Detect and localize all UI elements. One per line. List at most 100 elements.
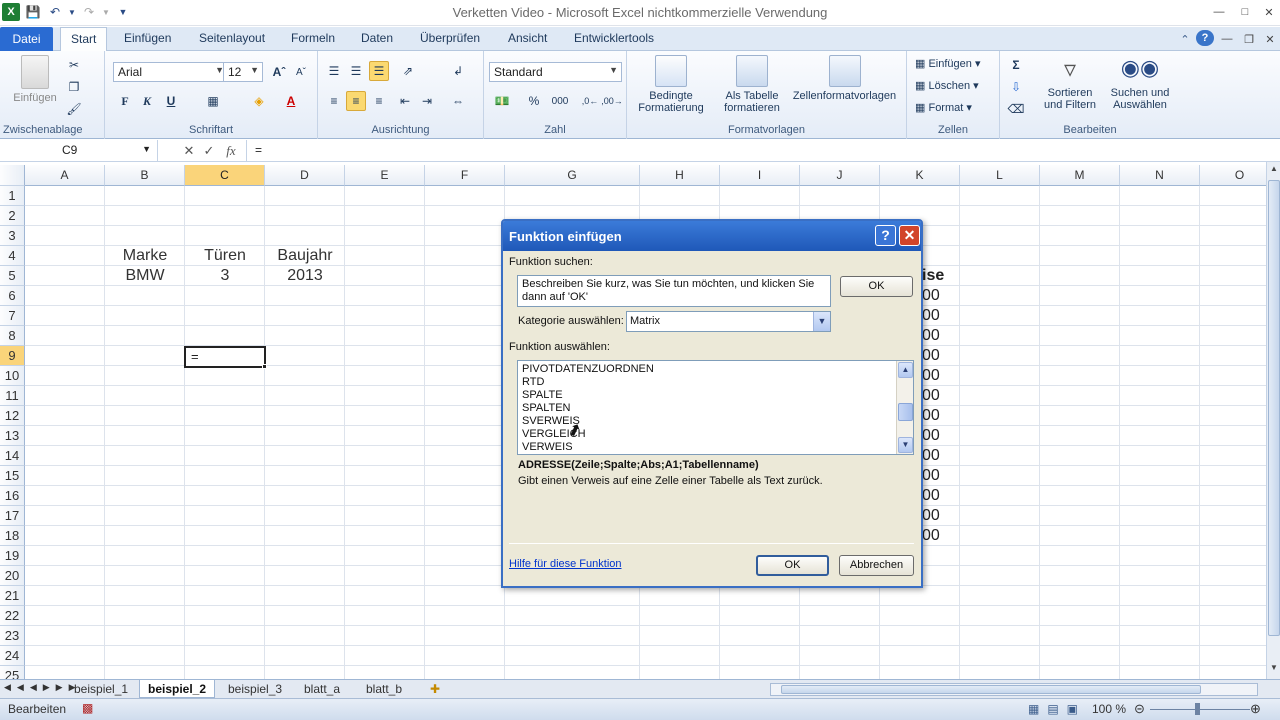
function-list-scrollbar[interactable]: ▲ ▼ — [896, 361, 913, 454]
cell-D4[interactable]: Baujahr — [265, 247, 345, 265]
select-all-corner[interactable] — [0, 165, 25, 186]
cell-B5[interactable]: BMW — [105, 267, 185, 285]
list-scroll-down-icon[interactable]: ▼ — [898, 437, 913, 453]
autosum-icon[interactable]: Σ — [1006, 55, 1026, 75]
column-header-C[interactable]: C — [185, 165, 265, 186]
cell-C5[interactable]: 3 — [185, 267, 265, 285]
sheet-tab-beispiel-1[interactable]: beispiel_1 — [66, 680, 136, 698]
row-header-2[interactable]: 2 — [0, 206, 25, 226]
function-list-item[interactable]: PIVOTDATENZUORDNEN — [522, 363, 654, 375]
cell-K6[interactable]: 00 — [922, 287, 940, 305]
row-header-7[interactable]: 7 — [0, 306, 25, 326]
shrink-font-icon[interactable]: Aˇ — [291, 62, 311, 82]
cell-K12[interactable]: 00 — [922, 407, 940, 425]
scroll-up-icon[interactable]: ▲ — [1268, 164, 1280, 176]
cell-styles-button[interactable]: Zellenformatvorlagen — [787, 55, 902, 102]
scroll-down-icon[interactable]: ▼ — [1268, 663, 1280, 675]
sheet-tab-blatt-a[interactable]: blatt_a — [296, 680, 348, 698]
row-header-4[interactable]: 4 — [0, 246, 25, 266]
cell-K8[interactable]: 00 — [922, 327, 940, 345]
cell-K7[interactable]: 00 — [922, 307, 940, 325]
cell-B4[interactable]: Marke — [105, 247, 185, 265]
cancel-button[interactable]: Abbrechen — [839, 555, 914, 576]
bold-button[interactable]: F — [115, 91, 135, 111]
format-painter-icon[interactable]: 🖌 — [64, 99, 84, 119]
align-top-icon[interactable]: ☰ — [324, 61, 344, 81]
column-header-E[interactable]: E — [345, 165, 425, 186]
row-header-9[interactable]: 9 — [0, 346, 25, 366]
copy-icon[interactable]: ❐ — [64, 77, 84, 97]
row-header-8[interactable]: 8 — [0, 326, 25, 346]
align-right-icon[interactable]: ≡ — [369, 91, 389, 111]
help-icon[interactable]: ? — [1196, 30, 1214, 46]
row-header-1[interactable]: 1 — [0, 186, 25, 206]
align-bottom-icon[interactable]: ☰ — [369, 61, 389, 81]
font-color-icon[interactable]: A — [281, 91, 301, 111]
tab-formeln[interactable]: Formeln — [291, 31, 335, 45]
column-header-F[interactable]: F — [425, 165, 505, 186]
row-header-13[interactable]: 13 — [0, 426, 25, 446]
function-list-item[interactable]: VERWEIS — [522, 441, 573, 453]
function-search-input[interactable]: Beschreiben Sie kurz, was Sie tun möchte… — [517, 275, 831, 307]
font-size-select[interactable]: 12 ▼ — [223, 62, 263, 82]
row-header-25[interactable]: 25 — [0, 666, 25, 679]
horizontal-scroll-thumb[interactable] — [781, 685, 1201, 694]
column-header-D[interactable]: D — [265, 165, 345, 186]
increase-decimal-icon[interactable]: ,0← — [580, 91, 600, 111]
active-cell-C9[interactable]: = — [184, 346, 266, 368]
macro-record-icon[interactable]: ▩ — [82, 701, 93, 715]
cell-K14[interactable]: 00 — [922, 447, 940, 465]
row-header-11[interactable]: 11 — [0, 386, 25, 406]
percent-button[interactable]: % — [524, 91, 544, 111]
function-list-item[interactable]: RTD — [522, 376, 544, 388]
function-list-item[interactable]: SPALTE — [522, 389, 563, 401]
row-header-12[interactable]: 12 — [0, 406, 25, 426]
zoom-slider[interactable] — [1150, 709, 1250, 710]
column-header-L[interactable]: L — [960, 165, 1040, 186]
row-header-24[interactable]: 24 — [0, 646, 25, 666]
align-middle-icon[interactable]: ☰ — [346, 61, 366, 81]
cell-K5[interactable]: ise — [922, 267, 944, 285]
cell-K9[interactable]: 00 — [922, 347, 940, 365]
tab-datei[interactable]: Datei — [0, 27, 53, 51]
list-scroll-up-icon[interactable]: ▲ — [898, 362, 913, 378]
tab-seitenlayout[interactable]: Seitenlayout — [199, 31, 265, 45]
increase-indent-icon[interactable]: ⇥ — [417, 91, 437, 111]
search-ok-button[interactable]: OK — [840, 276, 913, 297]
horizontal-scrollbar[interactable] — [770, 683, 1258, 696]
insert-function-icon[interactable]: fx — [222, 142, 240, 160]
row-header-18[interactable]: 18 — [0, 526, 25, 546]
cell-K11[interactable]: 00 — [922, 387, 940, 405]
tab-start[interactable]: Start — [60, 27, 108, 52]
column-header-H[interactable]: H — [640, 165, 720, 186]
row-header-22[interactable]: 22 — [0, 606, 25, 626]
tab-einfuegen[interactable]: Einfügen — [124, 31, 171, 45]
row-header-16[interactable]: 16 — [0, 486, 25, 506]
italic-button[interactable]: K — [137, 91, 157, 111]
find-select-button[interactable]: ◉◉ Suchen und Auswählen — [1104, 55, 1176, 111]
cell-D5[interactable]: 2013 — [265, 267, 345, 285]
zoom-out-icon[interactable]: ⊝ — [1134, 701, 1145, 717]
cell-C4[interactable]: Türen — [185, 247, 265, 265]
workbook-close-icon[interactable]: ✕ — [1261, 31, 1279, 47]
cell-K17[interactable]: 00 — [922, 507, 940, 525]
maximize-icon[interactable]: □ — [1236, 4, 1254, 20]
list-scroll-thumb[interactable] — [898, 403, 913, 421]
row-header-17[interactable]: 17 — [0, 506, 25, 526]
number-format-select[interactable]: Standard ▼ — [489, 62, 622, 82]
delete-cells-button[interactable]: ▦ Löschen ▾ — [915, 79, 979, 92]
column-header-A[interactable]: A — [25, 165, 105, 186]
cell-K16[interactable]: 00 — [922, 487, 940, 505]
row-header-10[interactable]: 10 — [0, 366, 25, 386]
row-header-20[interactable]: 20 — [0, 566, 25, 586]
align-center-icon[interactable]: ≡ — [346, 91, 366, 111]
align-left-icon[interactable]: ≡ — [324, 91, 344, 111]
fill-icon[interactable]: ⇩ — [1006, 77, 1026, 97]
name-box[interactable]: C9 ▼ — [0, 140, 158, 162]
column-header-K[interactable]: K — [880, 165, 960, 186]
workbook-minimize-icon[interactable]: — — [1218, 31, 1236, 47]
zoom-level[interactable]: 100 % — [1092, 702, 1126, 716]
column-header-G[interactable]: G — [505, 165, 640, 186]
fill-handle[interactable] — [262, 364, 267, 369]
row-header-19[interactable]: 19 — [0, 546, 25, 566]
